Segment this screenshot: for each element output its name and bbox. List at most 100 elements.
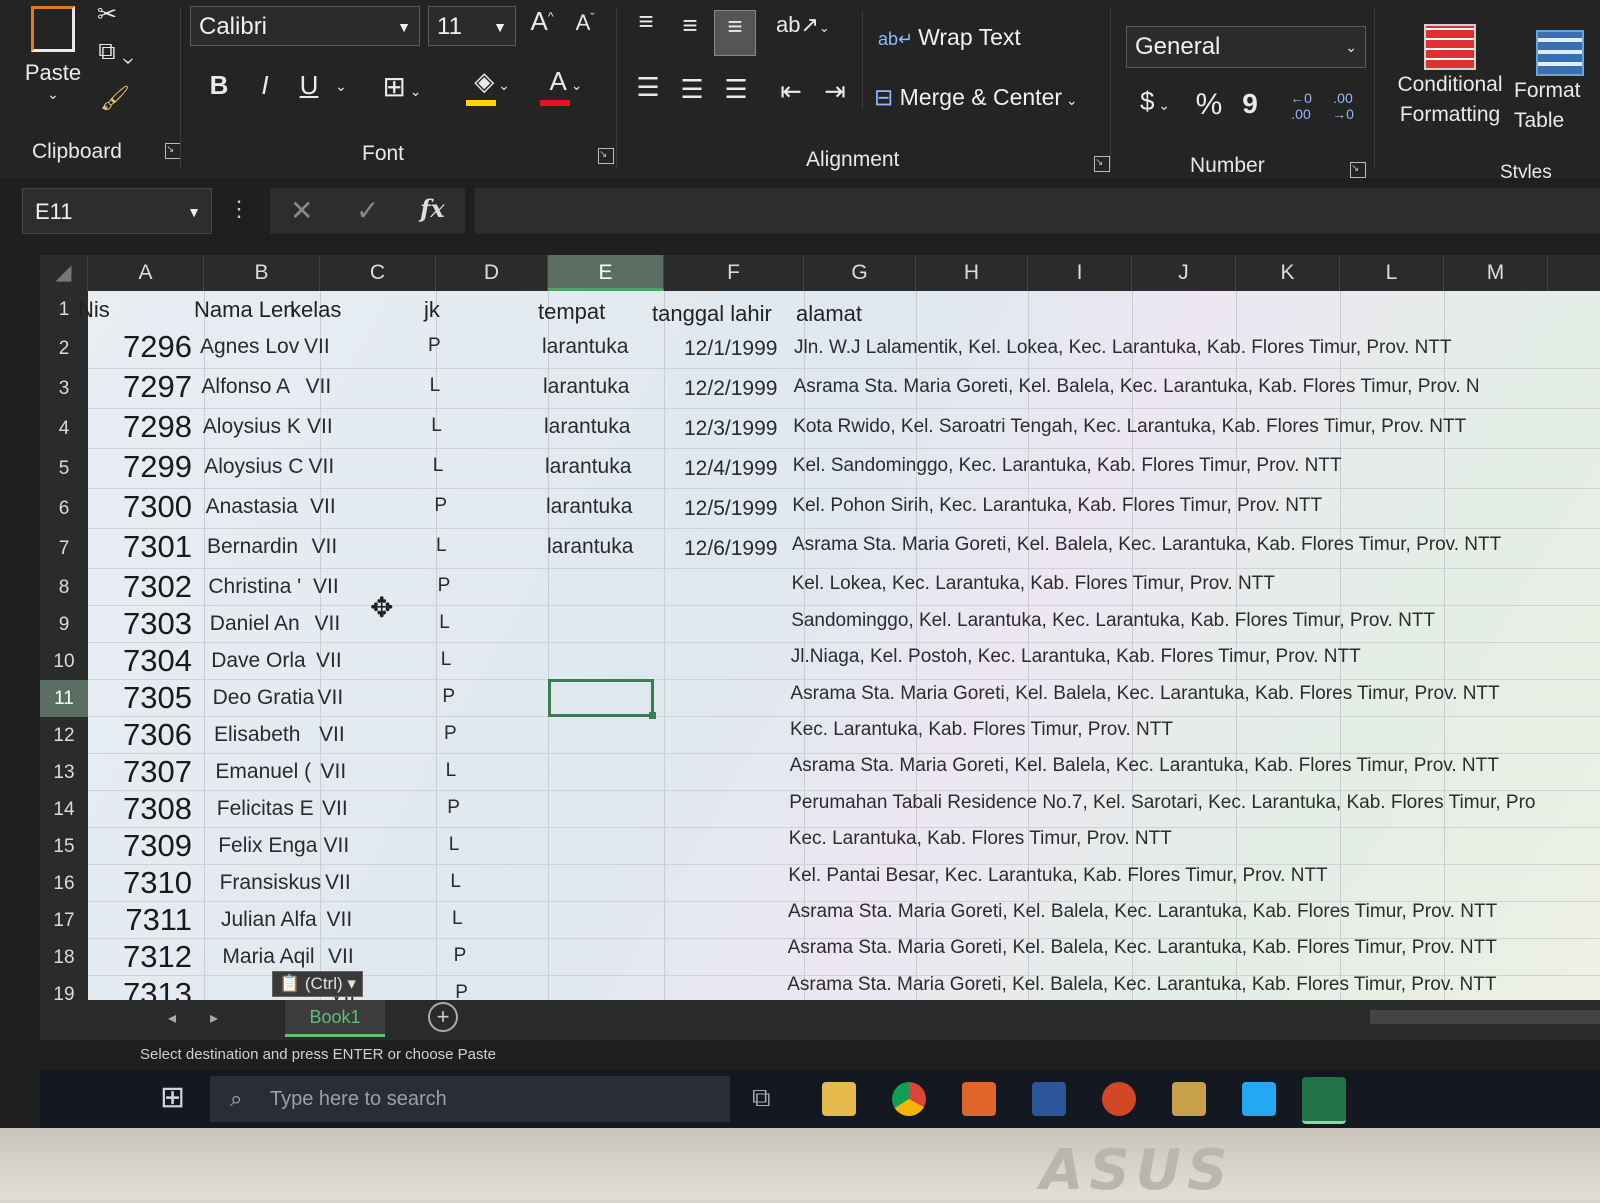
header-cell-jk[interactable]: jk <box>424 297 440 323</box>
windows-start-icon[interactable]: ⊞ <box>160 1080 185 1115</box>
cell-nama[interactable]: Bernardin <box>207 535 298 559</box>
cell-tanggal-lahir[interactable]: 12/5/1999 <box>684 497 777 521</box>
row-header[interactable]: 17 <box>40 902 88 939</box>
font-name-combo[interactable]: Calibri ▼ <box>190 6 420 46</box>
percent-button[interactable]: % <box>1192 88 1226 122</box>
cell-tanggal-lahir[interactable]: 12/4/1999 <box>684 457 777 481</box>
cell-jk[interactable]: P <box>438 575 451 597</box>
cell-nama[interactable]: Fransiskus <box>220 871 322 895</box>
cell-jk[interactable]: L <box>452 908 463 930</box>
cell-nama[interactable]: Aloysius C <box>204 455 303 479</box>
cell-nis[interactable]: 7312 <box>96 939 192 975</box>
cell-nis[interactable]: 7298 <box>96 409 192 445</box>
borders-icon[interactable]: ⊞ ⌄ <box>372 70 432 103</box>
app-icon-orange[interactable] <box>962 1082 996 1116</box>
cell-alamat[interactable]: Kel. Pantai Besar, Kec. Larantuka, Kab. … <box>788 865 1327 887</box>
bold-button[interactable]: B <box>204 70 234 101</box>
header-cell-tanggal-lahir[interactable]: tanggal lahir <box>652 301 772 327</box>
cell-kelas[interactable]: VII <box>315 612 341 636</box>
italic-button[interactable]: I <box>250 70 280 101</box>
spreadsheet-grid[interactable]: ◢ A B C D E F G H I J K L M 1 Nis Nama L… <box>40 255 1600 1000</box>
cell-nama[interactable]: Dave Orla <box>211 649 306 673</box>
cell-kelas[interactable]: VII <box>316 649 342 673</box>
cell-kelas[interactable]: VII <box>324 834 350 858</box>
conditional-formatting-button[interactable]: Conditional Formatting <box>1386 24 1514 130</box>
row-header[interactable]: 16 <box>40 865 88 902</box>
cell-tanggal-lahir[interactable]: 12/1/1999 <box>684 337 777 361</box>
formula-input[interactable] <box>475 188 1600 234</box>
column-header-e[interactable]: E <box>548 255 664 291</box>
cell-nama[interactable]: Elisabeth <box>214 723 300 747</box>
align-left-icon[interactable]: ☰ <box>630 72 666 103</box>
scroll-left-icon[interactable]: ◂ <box>168 1008 176 1028</box>
cell-nama[interactable]: Felicitas E <box>217 797 314 821</box>
row-header[interactable]: 8 <box>40 569 88 606</box>
cell-kelas[interactable]: VII <box>325 871 351 895</box>
cell-alamat[interactable]: Kec. Larantuka, Kab. Flores Timur, Prov.… <box>790 719 1173 741</box>
header-cell-nama[interactable]: Nama Len <box>194 297 296 323</box>
cell-nis[interactable]: 7311 <box>96 902 192 938</box>
cell-nis[interactable]: 7301 <box>96 529 192 565</box>
cell-tanggal-lahir[interactable]: 12/6/1999 <box>684 537 777 561</box>
shrink-font-button[interactable]: Aˇ <box>568 10 602 36</box>
fill-color-icon[interactable]: ◈ ⌄ <box>462 66 522 97</box>
chrome-icon[interactable] <box>892 1082 926 1116</box>
more-icon[interactable]: ⋮ <box>228 196 250 222</box>
cell-nis[interactable]: 7296 <box>96 329 192 365</box>
cell-nama[interactable]: Maria Aqil <box>222 945 314 969</box>
row-header[interactable]: 3 <box>40 369 88 409</box>
row-header[interactable]: 12 <box>40 717 88 754</box>
copy-icon[interactable]: ⧉ ⌄ <box>92 38 140 66</box>
cell-kelas[interactable]: VII <box>306 375 332 399</box>
paste-button[interactable]: Paste ⌄ <box>18 6 88 126</box>
orientation-icon[interactable]: ab↗⌄ <box>776 12 830 38</box>
cell-kelas[interactable]: VII <box>312 535 338 559</box>
cell-nis[interactable]: 7306 <box>96 717 192 753</box>
column-header-b[interactable]: B <box>204 255 320 291</box>
row-header[interactable]: 10 <box>40 643 88 680</box>
scroll-right-icon[interactable]: ▸ <box>210 1008 218 1028</box>
cell-nis[interactable]: 7300 <box>96 489 192 525</box>
add-sheet-button[interactable]: + <box>428 1002 458 1032</box>
paste-options-button[interactable]: 📋 (Ctrl) ▾ <box>272 971 363 997</box>
font-size-combo[interactable]: 11 ▼ <box>428 6 516 46</box>
row-header[interactable]: 13 <box>40 754 88 791</box>
align-right-icon[interactable]: ☰ <box>718 74 754 105</box>
row-header[interactable]: 5 <box>40 449 88 489</box>
cell-nama[interactable]: Aloysius K <box>203 415 301 439</box>
cell-alamat[interactable]: Sandominggo, Kel. Larantuka, Kec. Larant… <box>791 610 1435 632</box>
row-header[interactable]: 11 <box>40 680 88 717</box>
cell-nama[interactable]: Felix Enga <box>218 834 317 858</box>
cell-jk[interactable]: L <box>436 535 447 557</box>
currency-button[interactable]: $ ⌄ <box>1130 86 1180 117</box>
cell-nis[interactable]: 7302 <box>96 569 192 605</box>
decrease-indent-icon[interactable]: ⇤ <box>774 76 808 107</box>
cell-jk[interactable]: L <box>449 834 460 856</box>
row-header[interactable]: 19 <box>40 976 88 1000</box>
app-icon-yellow[interactable] <box>1172 1082 1206 1116</box>
cell-jk[interactable]: P <box>455 982 468 1000</box>
number-launcher-icon[interactable]: ↘ <box>1350 162 1366 178</box>
comma-button[interactable]: 9 <box>1238 88 1262 120</box>
sheet-tab-book1[interactable]: Book1 <box>285 1000 385 1037</box>
powerpoint-icon[interactable] <box>1102 1082 1136 1116</box>
number-format-combo[interactable]: General ⌄ <box>1126 26 1366 68</box>
cell-kelas[interactable]: VII <box>310 495 336 519</box>
column-header-g[interactable]: G <box>804 255 916 291</box>
cell-jk[interactable]: P <box>434 495 447 517</box>
font-launcher-icon[interactable]: ↘ <box>598 148 614 164</box>
column-header-m[interactable]: M <box>1444 255 1548 291</box>
column-header-h[interactable]: H <box>916 255 1028 291</box>
row-header[interactable]: 18 <box>40 939 88 976</box>
cell-alamat[interactable]: Asrama Sta. Maria Goreti, Kel. Balela, K… <box>790 755 1499 777</box>
cell-jk[interactable]: P <box>444 723 457 745</box>
cell-nama[interactable]: Emanuel ( <box>215 760 311 784</box>
cell-kelas[interactable]: VII <box>322 797 348 821</box>
row-header[interactable]: 15 <box>40 828 88 865</box>
header-cell-nis[interactable]: Nis <box>78 297 110 323</box>
cell-jk[interactable]: L <box>431 415 442 437</box>
align-center-icon[interactable]: ☰ <box>674 74 710 105</box>
alignment-launcher-icon[interactable]: ↘ <box>1094 156 1110 172</box>
cell-nis[interactable]: 7299 <box>96 449 192 485</box>
cell-nama[interactable]: Julian Alfa <box>221 908 317 932</box>
